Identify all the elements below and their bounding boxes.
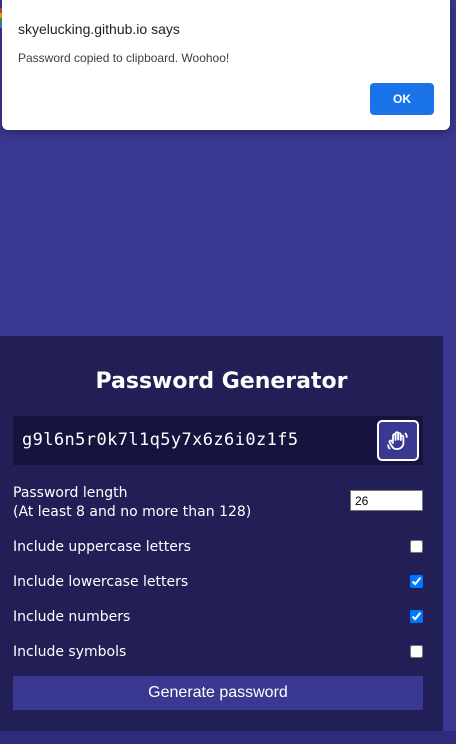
symbols-label: Include symbols [13,644,127,660]
alert-ok-button[interactable]: OK [370,83,434,115]
password-length-label-line1: Password length [13,485,128,501]
copy-password-button[interactable] [377,420,419,461]
password-display: g9l6n5r0k7l1q5y7x6z6i0z1f5 [13,416,423,465]
uppercase-checkbox[interactable] [410,540,423,553]
numbers-checkbox[interactable] [410,610,423,623]
password-length-label-line2: (At least 8 and no more than 128) [13,504,252,520]
generate-password-button[interactable]: Generate password [13,676,423,710]
alert-origin: skyelucking.github.io says [18,21,180,37]
hand-wave-icon [387,430,408,450]
page-bottom-strip [0,731,456,744]
lowercase-label: Include lowercase letters [13,574,189,590]
page-title: Password Generator [95,369,348,394]
password-length-label: Password length (At least 8 and no more … [13,484,251,522]
alert-dialog: skyelucking.github.io says Password copi… [2,0,450,130]
password-length-input[interactable] [350,490,423,511]
symbols-checkbox[interactable] [410,645,423,658]
generator-card: Password Generator g9l6n5r0k7l1q5y7x6z6i… [0,336,443,731]
numbers-label: Include numbers [13,609,131,625]
alert-message: Password copied to clipboard. Woohoo! [18,51,230,65]
generated-password: g9l6n5r0k7l1q5y7x6z6i0z1f5 [22,430,299,450]
uppercase-label: Include uppercase letters [13,539,191,555]
lowercase-checkbox[interactable] [410,575,423,588]
